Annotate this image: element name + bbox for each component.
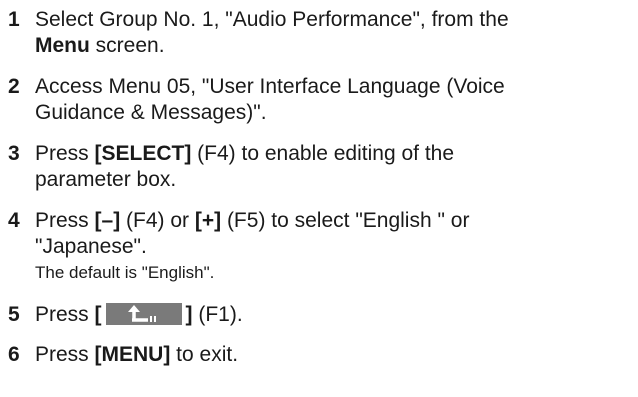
step-line: parameter box. bbox=[35, 168, 177, 191]
step-line: Press [SELECT] (F4) to enable editing of… bbox=[35, 142, 455, 165]
step-text: Press [MENU] to exit. bbox=[35, 342, 635, 368]
step-text: Press [] (F1). bbox=[35, 302, 635, 328]
menu-keyword: Menu bbox=[35, 34, 90, 57]
plus-key-label: [+] bbox=[194, 209, 222, 232]
menu-key-label: [MENU] bbox=[94, 343, 171, 366]
step-line: Select Group No. 1, "Audio Performance",… bbox=[35, 8, 509, 31]
step-line: Press [] (F1). bbox=[35, 303, 243, 326]
step-text: Access Menu 05, "User Interface Language… bbox=[35, 74, 635, 126]
default-note: The default is "English". bbox=[35, 263, 215, 282]
bracket-close: ] bbox=[185, 303, 193, 326]
step-line: Press [–] (F4) or [+] (F5) to select "En… bbox=[35, 209, 470, 232]
bracket-open: [ bbox=[94, 303, 102, 326]
step-line: Guidance & Messages)". bbox=[35, 101, 267, 124]
step-number: 3 bbox=[8, 142, 20, 165]
step-text: Select Group No. 1, "Audio Performance",… bbox=[35, 7, 635, 59]
step-line: Access Menu 05, "User Interface Language… bbox=[35, 75, 505, 98]
step-line: Menu screen. bbox=[35, 34, 165, 57]
step-text: Press [SELECT] (F4) to enable editing of… bbox=[35, 141, 635, 193]
step-number: 6 bbox=[8, 343, 20, 366]
step-line: "Japanese". bbox=[35, 235, 147, 258]
step-number: 1 bbox=[8, 8, 20, 31]
step-number: 2 bbox=[8, 75, 20, 98]
step-text: Press [–] (F4) or [+] (F5) to select "En… bbox=[35, 208, 635, 284]
return-arrow-icon bbox=[105, 303, 182, 325]
step-number: 4 bbox=[8, 209, 20, 232]
step-line: Press [MENU] to exit. bbox=[35, 343, 239, 366]
select-key-label: [SELECT] bbox=[94, 142, 192, 165]
step-number: 5 bbox=[8, 303, 20, 326]
minus-key-label: [–] bbox=[94, 209, 121, 232]
